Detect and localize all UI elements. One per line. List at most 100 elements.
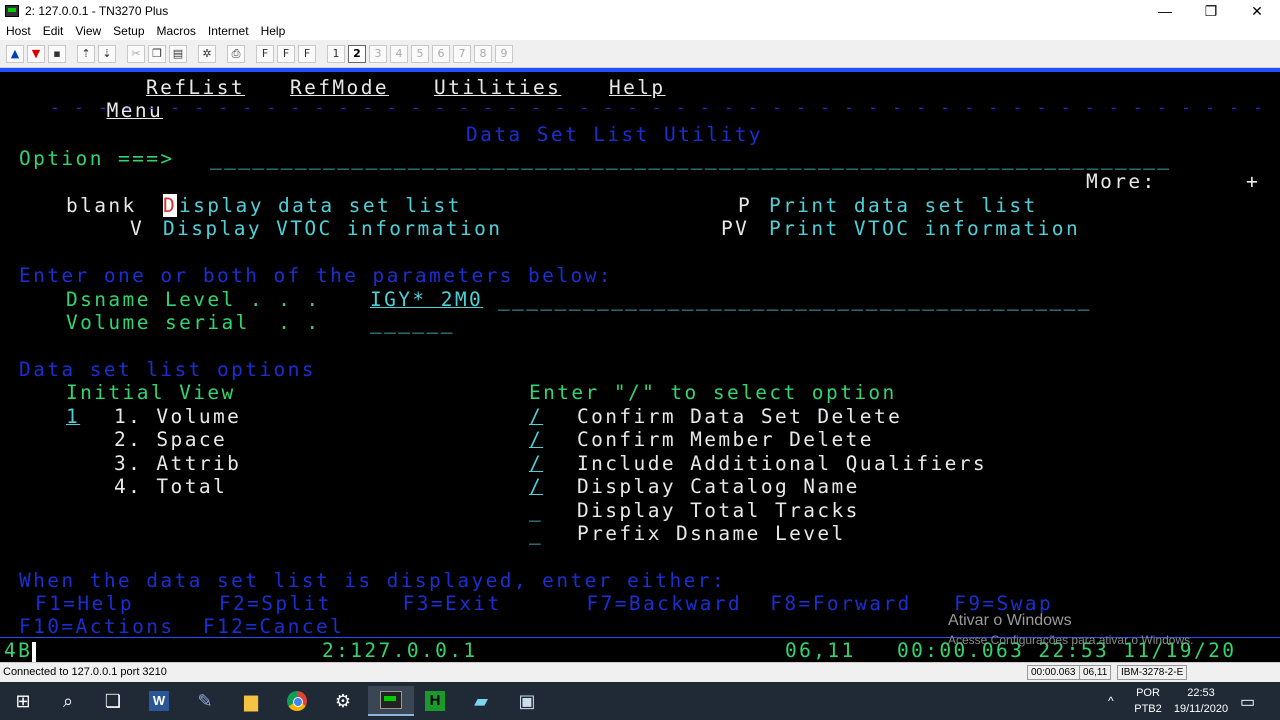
taskbar: ⊞ ⌕ ❏ W ✎ ▆ ⚙ H ▰ ▣ ^ POR PTB2 22:53 19/… — [0, 682, 1280, 720]
session-3-button[interactable]: 3 — [369, 44, 387, 63]
search-icon[interactable]: ⌕ — [53, 686, 83, 716]
oia-status: 4B — [4, 639, 37, 662]
language-code: POR — [1136, 687, 1160, 699]
view-total: 4. Total — [114, 475, 228, 498]
paste-icon[interactable]: ▤ — [169, 44, 187, 63]
terminal-model: IBM-3278-2-E — [1117, 665, 1188, 680]
tn3270-taskbar-icon[interactable] — [368, 686, 414, 716]
menu-macros[interactable]: Macros — [151, 24, 202, 38]
menu-host[interactable]: Host — [0, 24, 37, 38]
volume-input[interactable]: ______ — [370, 311, 455, 334]
notes-icon[interactable]: ▰ — [466, 686, 496, 716]
session-9-button[interactable]: 9 — [495, 44, 513, 63]
dsname-input-fill[interactable]: ________________________________________… — [498, 288, 1092, 311]
session-8-button[interactable]: 8 — [474, 44, 492, 63]
elapsed-time: 00:00.063 — [1027, 665, 1080, 680]
oia-cursor-position: 06,11 — [785, 639, 856, 662]
file-explorer-icon[interactable]: ▆ — [236, 686, 266, 716]
clock-time: 22:53 — [1187, 687, 1215, 699]
option-checkbox-2[interactable]: / — [529, 428, 543, 451]
copy-icon[interactable]: ❐ — [148, 44, 166, 63]
initial-view-input[interactable]: 1 — [66, 405, 80, 428]
menu-help[interactable]: Help — [255, 24, 292, 38]
menu-view[interactable]: View — [69, 24, 107, 38]
option-checkbox-6[interactable]: _ — [529, 522, 543, 545]
terminal-screen[interactable]: Menu RefList RefMode Utilities Help - - … — [0, 68, 1280, 637]
download-icon[interactable]: ⇣ — [98, 44, 116, 63]
option-v-code: V — [130, 217, 145, 240]
windows-start-icon[interactable]: ⊞ — [8, 686, 38, 716]
option-label-3: Include Additional Qualifiers — [577, 452, 988, 475]
toolbar: ▲ ▼ ▪ ⇡ ⇣ ✂ ❐ ▤ ✲ ⎙ F F F 1 2 3 4 5 6 7 … — [0, 40, 1280, 68]
keyboard-layout: PTB2 — [1134, 703, 1162, 715]
oia-status-text: 4B — [4, 639, 33, 662]
option-label: Option ===> — [19, 147, 175, 170]
settings-gear-icon[interactable]: ⚙ — [328, 686, 358, 716]
option-pv-desc: Print VTOC information — [769, 217, 1081, 240]
action-bar-separator: - - - - - - - - - - - - - - - - - - - - … — [50, 98, 1280, 117]
arrow-down-icon[interactable]: ▼ — [27, 44, 45, 63]
oia-cursor-block — [32, 641, 37, 662]
session-5-button[interactable]: 5 — [411, 44, 429, 63]
dsname-input[interactable]: IGY* 2M0 — [370, 288, 483, 311]
option-label-2: Confirm Member Delete — [577, 428, 874, 451]
session-6-button[interactable]: 6 — [432, 44, 450, 63]
save-icon[interactable]: ▪ — [48, 44, 66, 63]
task-view-icon[interactable]: ❏ — [98, 686, 128, 716]
print-icon[interactable]: ⎙ — [227, 44, 245, 63]
font-button-3[interactable]: F — [298, 44, 316, 63]
option-v-desc: Display VTOC information — [163, 217, 503, 240]
when-text: When the data set list is displayed, ent… — [19, 569, 726, 592]
minimize-button[interactable]: — — [1142, 0, 1188, 22]
option-label-6: Prefix Dsname Level — [577, 522, 846, 545]
tray-language[interactable]: POR PTB2 — [1134, 687, 1162, 715]
option-blank-desc: isplay data set list — [179, 194, 462, 217]
menu-internet[interactable]: Internet — [202, 24, 255, 38]
option-pv-code: PV — [721, 217, 750, 240]
more-indicator: + — [1246, 170, 1261, 193]
option-checkbox-5[interactable]: _ — [529, 499, 543, 522]
chrome-icon[interactable] — [282, 686, 312, 716]
floppy-app-icon[interactable]: ▣ — [512, 686, 542, 716]
h-app-icon[interactable]: H — [420, 686, 450, 716]
font-button-1[interactable]: F — [256, 44, 274, 63]
option-input[interactable]: ________________________________________… — [210, 147, 1172, 170]
more-label: More: — [1086, 170, 1157, 193]
tray-chevron-icon[interactable]: ^ — [1108, 694, 1114, 708]
tray-clock[interactable]: 22:53 19/11/2020 — [1170, 687, 1232, 715]
menu-bar: Host Edit View Setup Macros Internet Hel… — [0, 22, 1280, 40]
option-checkbox-3[interactable]: / — [529, 452, 543, 475]
view-volume: 1. Volume — [114, 405, 242, 428]
menu-setup[interactable]: Setup — [107, 24, 150, 38]
session-1-button[interactable]: 1 — [327, 44, 345, 63]
settings-icon[interactable]: ✲ — [198, 44, 216, 63]
notification-icon[interactable]: ▭ — [1240, 692, 1255, 712]
close-button[interactable]: ✕ — [1234, 0, 1280, 22]
word-icon[interactable]: W — [144, 686, 174, 716]
menu-edit[interactable]: Edit — [37, 24, 70, 38]
session-4-button[interactable]: 4 — [390, 44, 408, 63]
activation-watermark-sub: Acesse Configurações para ativar o Windo… — [948, 633, 1194, 647]
select-heading: Enter "/" to select option — [529, 381, 897, 404]
option-p-code: P — [738, 194, 753, 217]
list-options-heading: Data set list options — [19, 358, 316, 381]
font-button-2[interactable]: F — [277, 44, 295, 63]
option-checkbox-4[interactable]: / — [529, 475, 543, 498]
cut-icon[interactable]: ✂ — [127, 44, 145, 63]
view-space: 2. Space — [114, 428, 228, 451]
arrow-up-icon[interactable]: ▲ — [6, 44, 24, 63]
activation-watermark: Ativar o Windows — [948, 612, 1072, 629]
dsname-label: Dsname Level . . . — [66, 288, 321, 311]
screen-cursor: D — [163, 194, 177, 217]
session-2-button[interactable]: 2 — [348, 44, 366, 63]
upload-icon[interactable]: ⇡ — [77, 44, 95, 63]
window-title: 2: 127.0.0.1 - TN3270 Plus — [25, 4, 169, 18]
status-bar: Connected to 127.0.0.1 port 3210 00:00.0… — [0, 662, 1280, 682]
panel-title: Data Set List Utility — [466, 123, 763, 146]
option-label-5: Display Total Tracks — [577, 499, 860, 522]
initial-view-label: Initial View — [66, 381, 236, 404]
option-checkbox-1[interactable]: / — [529, 405, 543, 428]
restore-button[interactable]: ❐ — [1188, 0, 1234, 22]
tool-icon[interactable]: ✎ — [190, 686, 220, 716]
session-7-button[interactable]: 7 — [453, 44, 471, 63]
